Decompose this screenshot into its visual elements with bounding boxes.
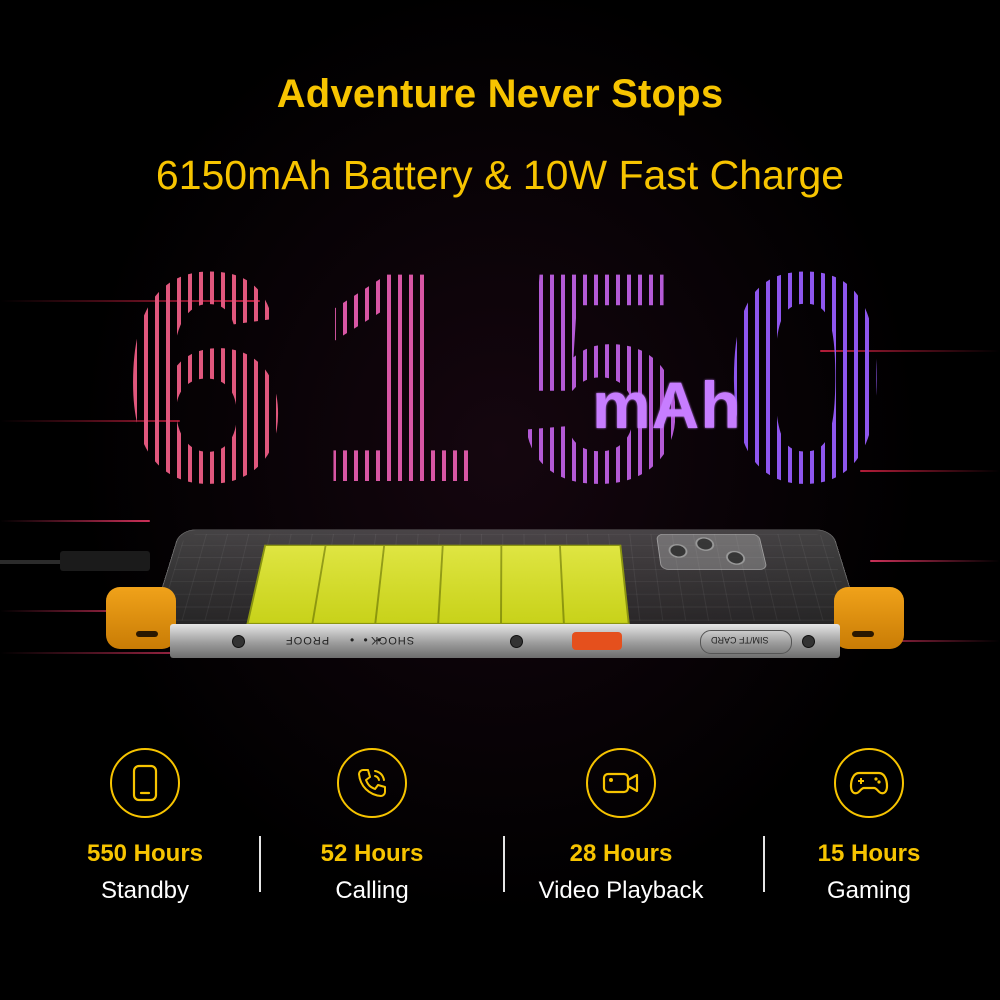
battery-cell-divider <box>437 546 444 623</box>
stat-value: 15 Hours <box>817 840 921 867</box>
stat-standby: 550 Hours Standby <box>20 748 270 905</box>
battery-cell-divider <box>559 546 565 623</box>
video-camera-icon <box>586 748 656 818</box>
phone-icon <box>110 748 180 818</box>
capacity-unit: mAh <box>592 368 742 442</box>
stat-gaming: 15 Hours Gaming <box>744 748 994 905</box>
battery-cell-divider <box>500 546 503 623</box>
sim-slot-label: SIM/TF CARD <box>711 635 769 645</box>
stat-label: Video Playback <box>538 877 704 904</box>
speaker-vent <box>852 631 874 637</box>
camera-lens <box>694 537 716 551</box>
stat-label: Calling <box>335 877 409 904</box>
left-bumper <box>106 587 176 649</box>
sim-card-slot: SIM/TF CARD <box>700 630 792 654</box>
camera-module <box>655 533 768 570</box>
phone-side-rail: PROOF • • • SHOCK SIM/TF CARD <box>170 624 840 658</box>
stat-value: 28 Hours <box>569 840 673 867</box>
camera-lens <box>724 550 747 565</box>
subheadline: 6150mAh Battery & 10W Fast Charge <box>155 152 845 198</box>
stat-calling: 52 Hours Calling <box>247 748 497 905</box>
headline: Adventure Never Stops <box>276 72 724 116</box>
capacity-digit: 6 <box>100 227 305 527</box>
right-bumper <box>834 587 904 649</box>
capacity-number: 6 1 5 0 <box>0 227 1000 527</box>
phone-transparent-back <box>150 529 862 626</box>
stat-value: 52 Hours <box>320 840 424 867</box>
capacity-digit: 1 <box>310 227 482 527</box>
stat-video-playback: 28 Hours Video Playback <box>496 748 746 905</box>
battery-cell-divider <box>311 546 327 623</box>
screw-icon <box>510 635 523 648</box>
call-icon <box>337 748 407 818</box>
usb-plug <box>60 551 150 571</box>
battery-cell-divider <box>374 546 386 623</box>
phone-illustration: PROOF • • • SHOCK SIM/TF CARD <box>106 492 904 672</box>
screw-icon <box>802 635 815 648</box>
screw-icon <box>232 635 245 648</box>
rail-label-shock: SHOCK <box>370 634 415 646</box>
stat-label: Gaming <box>826 877 912 904</box>
stat-label: Standby <box>100 877 190 904</box>
speaker-vent <box>136 631 158 637</box>
camera-lens <box>667 544 689 558</box>
gamepad-icon <box>834 748 904 818</box>
speed-streak <box>870 560 1000 562</box>
battery-pack <box>246 544 630 625</box>
promo-stage: Adventure Never Stops 6150mAh Battery & … <box>0 0 1000 1000</box>
stat-value: 550 Hours <box>86 840 204 867</box>
rail-label-proof: PROOF <box>285 634 330 646</box>
side-button <box>572 632 622 650</box>
